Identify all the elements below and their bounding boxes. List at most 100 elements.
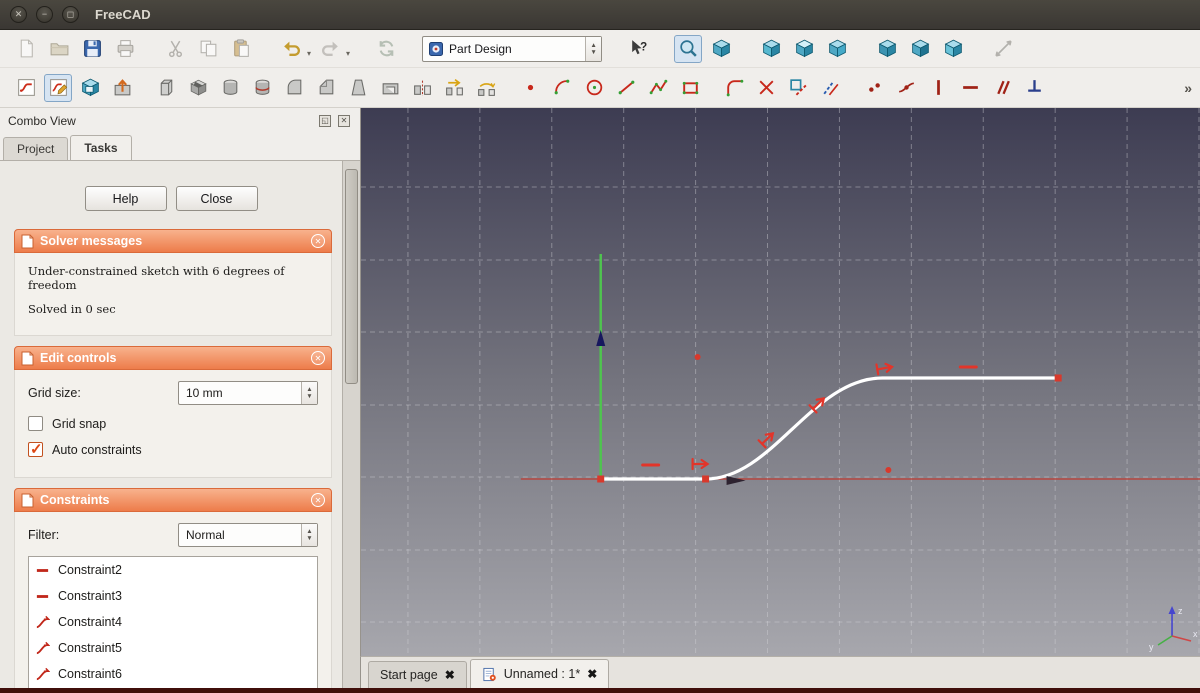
redo-dropdown-arrow[interactable]: ▾	[346, 49, 350, 58]
tasks-scrollbar[interactable]	[342, 160, 360, 688]
grid-size-spinbox[interactable]: 10 mm ▲ ▼	[178, 381, 318, 405]
help-button[interactable]: Help	[84, 186, 167, 211]
constrain-vertical-button[interactable]	[924, 74, 952, 102]
edit-sketch-button[interactable]	[44, 73, 72, 102]
sketch-line-button[interactable]	[612, 74, 640, 102]
sketch-rectangle-button[interactable]	[676, 74, 704, 102]
pocket-button[interactable]	[184, 74, 212, 102]
chamfer-button[interactable]	[312, 74, 340, 102]
workbench-selector-spinner[interactable]: ▲ ▼	[585, 36, 602, 61]
whats-this-button[interactable]: ?	[624, 35, 652, 63]
constrain-horizontal-button[interactable]	[956, 74, 984, 102]
construction-mode-button[interactable]	[816, 74, 844, 102]
sketch-fillet-button[interactable]	[720, 74, 748, 102]
undo-dropdown-arrow[interactable]: ▾	[307, 49, 311, 58]
constraints-header[interactable]: Constraints ✕	[14, 488, 332, 512]
collapse-section-icon[interactable]: ✕	[311, 493, 325, 507]
save-button[interactable]	[78, 35, 106, 63]
rear-view-button[interactable]	[873, 35, 901, 63]
grid-snap-box[interactable]	[28, 416, 43, 431]
constraint-point-marker[interactable]	[694, 354, 701, 360]
open-document-button[interactable]	[45, 35, 73, 63]
auto-constraints-checkbox[interactable]: Auto constraints	[28, 440, 318, 458]
groove-button[interactable]	[248, 74, 276, 102]
sketch-polyline-button[interactable]	[644, 74, 672, 102]
external-geometry-button[interactable]	[784, 74, 812, 102]
new-document-button[interactable]	[12, 35, 40, 63]
maximize-window-button[interactable]: ◻	[62, 6, 79, 23]
paste-button[interactable]	[227, 35, 255, 63]
draft-button[interactable]	[344, 74, 372, 102]
constrain-perpendicular-button[interactable]	[1020, 74, 1048, 102]
right-view-button[interactable]	[823, 35, 851, 63]
linear-pattern-button[interactable]	[440, 74, 468, 102]
collapse-section-icon[interactable]: ✕	[311, 234, 325, 248]
validate-sketch-button[interactable]	[108, 74, 136, 102]
collapse-section-icon[interactable]: ✕	[311, 351, 325, 365]
grid-size-spinner[interactable]: ▲ ▼	[301, 382, 317, 404]
scrollbar-thumb[interactable]	[345, 169, 358, 384]
tab-unnamed-document[interactable]: Unnamed : 1* ✖	[469, 659, 610, 688]
minimize-window-button[interactable]: −	[36, 6, 53, 23]
float-panel-icon[interactable]: ◱	[319, 115, 331, 127]
constrain-coincident-button[interactable]	[860, 74, 888, 102]
list-item[interactable]: Constraint5	[29, 635, 317, 661]
constrain-parallel-button[interactable]	[988, 74, 1016, 102]
fit-all-button[interactable]	[674, 34, 703, 63]
map-sketch-button[interactable]	[76, 74, 104, 102]
redo-button[interactable]	[316, 35, 344, 63]
new-document-icon	[20, 39, 33, 58]
copy-button[interactable]	[194, 35, 222, 63]
fillet-button[interactable]	[280, 74, 308, 102]
sketch-vertex-point[interactable]	[702, 475, 710, 483]
workbench-selector[interactable]: Part Design ▲ ▼	[422, 35, 603, 62]
create-sketch-button[interactable]	[12, 74, 40, 102]
constraint-point-marker[interactable]	[885, 467, 892, 473]
auto-constraints-box[interactable]	[28, 440, 43, 458]
filter-dropdown[interactable]: Normal ▲ ▼	[178, 523, 318, 547]
trim-edge-button[interactable]	[752, 74, 780, 102]
mirrored-button[interactable]	[408, 74, 436, 102]
measure-distance-button[interactable]	[989, 35, 1017, 63]
left-view-button[interactable]	[939, 35, 967, 63]
cut-button[interactable]	[161, 35, 189, 63]
tab-tasks[interactable]: Tasks	[70, 135, 132, 160]
sketch-canvas[interactable]: z x y	[361, 108, 1200, 656]
sketch-circle-button[interactable]	[580, 74, 608, 102]
construction-mode-icon	[822, 80, 839, 96]
close-window-button[interactable]: ✕	[10, 6, 27, 23]
sketch-point-button[interactable]	[516, 74, 544, 102]
close-task-button[interactable]: Close	[175, 186, 258, 211]
solver-messages-header[interactable]: Solver messages ✕	[14, 229, 332, 253]
pad-button[interactable]	[152, 74, 180, 102]
close-panel-icon[interactable]: ✕	[338, 115, 350, 127]
list-item[interactable]: Constraint7	[29, 687, 317, 688]
sketch-origin-point[interactable]	[597, 475, 605, 483]
polar-pattern-button[interactable]	[472, 74, 500, 102]
tab-start-page[interactable]: Start page ✖	[368, 661, 467, 688]
list-item[interactable]: Constraint2	[29, 557, 317, 583]
list-item[interactable]: Constraint4	[29, 609, 317, 635]
3d-viewport[interactable]: z x y	[360, 108, 1200, 656]
close-tab-icon[interactable]: ✖	[445, 668, 455, 682]
sketch-arc-button[interactable]	[548, 74, 576, 102]
refresh-button[interactable]	[372, 35, 400, 63]
bottom-view-button[interactable]	[906, 35, 934, 63]
top-view-button[interactable]	[790, 35, 818, 63]
grid-snap-checkbox[interactable]: Grid snap	[28, 416, 318, 431]
tab-project[interactable]: Project	[3, 137, 69, 160]
constrain-point-on-object-button[interactable]	[892, 74, 920, 102]
close-tab-icon[interactable]: ✖	[587, 667, 597, 681]
list-item[interactable]: Constraint3	[29, 583, 317, 609]
print-button[interactable]	[111, 35, 139, 63]
sketch-endpoint[interactable]	[1054, 374, 1062, 382]
list-item[interactable]: Constraint6	[29, 661, 317, 687]
revolution-button[interactable]	[216, 74, 244, 102]
thickness-button[interactable]	[376, 74, 404, 102]
undo-button[interactable]	[277, 35, 305, 63]
filter-spinner[interactable]: ▲ ▼	[301, 524, 317, 546]
axonometric-view-button[interactable]	[707, 35, 735, 63]
front-view-button[interactable]	[757, 35, 785, 63]
toolbar-overflow-chevron[interactable]: »	[1184, 80, 1192, 96]
edit-controls-header[interactable]: Edit controls ✕	[14, 346, 332, 370]
